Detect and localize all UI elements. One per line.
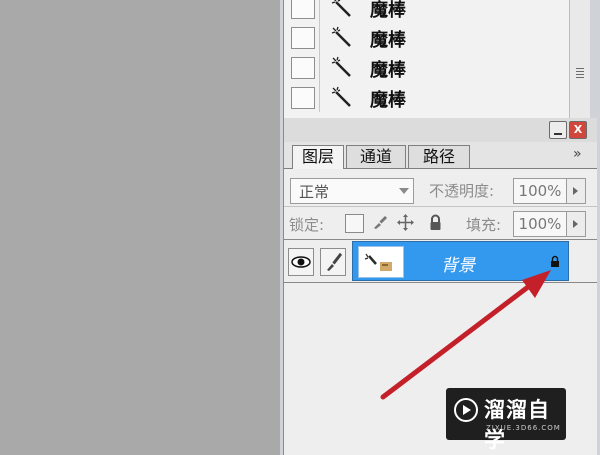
annotation-arrow bbox=[380, 270, 551, 400]
watermark-logo: 溜溜自学 ZIXUE.3D66.COM bbox=[446, 388, 566, 452]
watermark-url: ZIXUE.3D66.COM bbox=[486, 424, 561, 432]
play-logo-icon bbox=[454, 398, 478, 422]
